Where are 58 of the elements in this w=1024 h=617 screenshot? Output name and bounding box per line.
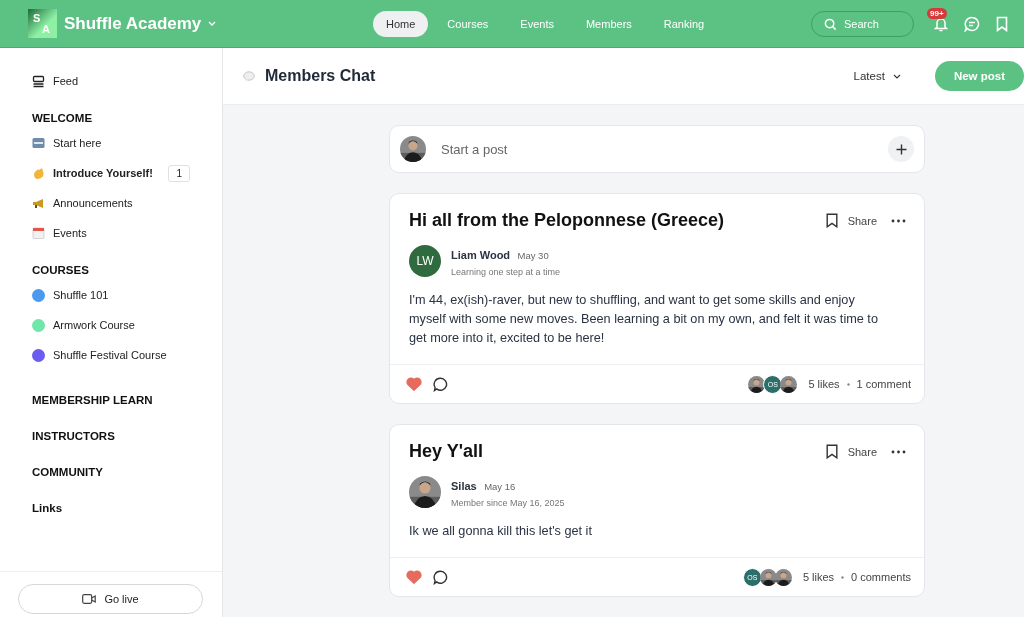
megaphone-icon (32, 197, 45, 209)
section-heading[interactable]: WELCOME (32, 112, 190, 124)
new-sign-icon (32, 137, 45, 149)
section-heading[interactable]: INSTRUCTORS (32, 430, 190, 442)
nav-tab[interactable]: Home (373, 10, 429, 37)
section-heading[interactable]: Links (32, 502, 190, 514)
separator-dot-icon (841, 575, 845, 579)
likes-count[interactable]: 5 likes (802, 571, 835, 583)
post-body: Ik we all gonna kill this let's get it (408, 523, 593, 540)
comments-count[interactable]: 0 comments (851, 571, 911, 583)
sidebar-item[interactable]: Armwork Course (53, 319, 135, 331)
heart-icon[interactable] (406, 570, 422, 584)
more-icon[interactable] (891, 449, 906, 454)
comments-count[interactable]: 1 comment (856, 378, 911, 390)
avatar: LW (409, 245, 441, 277)
share-button[interactable]: Share (847, 214, 877, 227)
more-icon[interactable] (891, 218, 906, 223)
search-field[interactable]: Search (811, 10, 914, 37)
sidebar-item[interactable]: Start here (53, 137, 102, 149)
post-title[interactable]: Hey Y'all (409, 441, 816, 462)
sidebar-item[interactable]: Feed (53, 75, 79, 87)
heart-icon[interactable] (406, 377, 422, 391)
count-badge: 1 (168, 164, 190, 182)
chevron-icon (892, 73, 901, 79)
post-body: I'm 44, ex(ish)-raver, but new to shuffling, and want to get some skills and enjoy myself with some new moves. Been learning a bit on my own, and felt it was time to get more into it, excited to be here! (408, 292, 879, 347)
composer-card[interactable]: Start a post (389, 125, 925, 173)
author-tagline: Learning one step at a time (451, 267, 561, 277)
section-heading[interactable]: MEMBERSHIP LEARN (32, 394, 190, 406)
author-name[interactable]: Liam Wood (451, 249, 511, 261)
section-heading[interactable]: COURSES (32, 264, 190, 276)
bookmark-icon[interactable] (825, 213, 838, 228)
go-live-button[interactable]: Go live (18, 584, 203, 614)
calendar-icon (32, 227, 45, 239)
page-title: Members Chat (265, 67, 376, 85)
search-icon (824, 17, 837, 31)
notification-badge: 99+ (927, 7, 947, 19)
section-heading[interactable]: COMMUNITY (32, 466, 190, 478)
feed-icon (32, 74, 45, 88)
sidebar-item[interactable]: Announcements (53, 197, 133, 209)
share-button[interactable]: Share (847, 445, 877, 458)
comment-icon[interactable] (433, 569, 448, 585)
sidebar-item[interactable]: Shuffle 101 (53, 289, 109, 301)
sort-dropdown[interactable]: Latest (847, 69, 907, 83)
post-date: May 30 (517, 250, 549, 261)
sidebar-item[interactable]: Introduce Yourself! (53, 167, 153, 179)
sidebar-item[interactable]: Shuffle Festival Course (53, 349, 167, 361)
post-title[interactable]: Hi all from the Peloponnese (Greece) (409, 210, 816, 231)
post-date: May 16 (484, 481, 516, 492)
separator-dot-icon (846, 382, 850, 386)
bookmark-icon[interactable] (825, 444, 838, 459)
sidebar-item[interactable]: Events (53, 227, 87, 239)
add-button[interactable] (888, 136, 914, 162)
plus-icon (895, 143, 907, 155)
author-tagline: Member since May 16, 2025 (451, 498, 565, 508)
author-name[interactable]: Silas (451, 480, 477, 492)
video-camera-icon (82, 594, 97, 604)
likes-count[interactable]: 5 likes (808, 378, 840, 390)
comment-icon[interactable] (433, 376, 448, 392)
